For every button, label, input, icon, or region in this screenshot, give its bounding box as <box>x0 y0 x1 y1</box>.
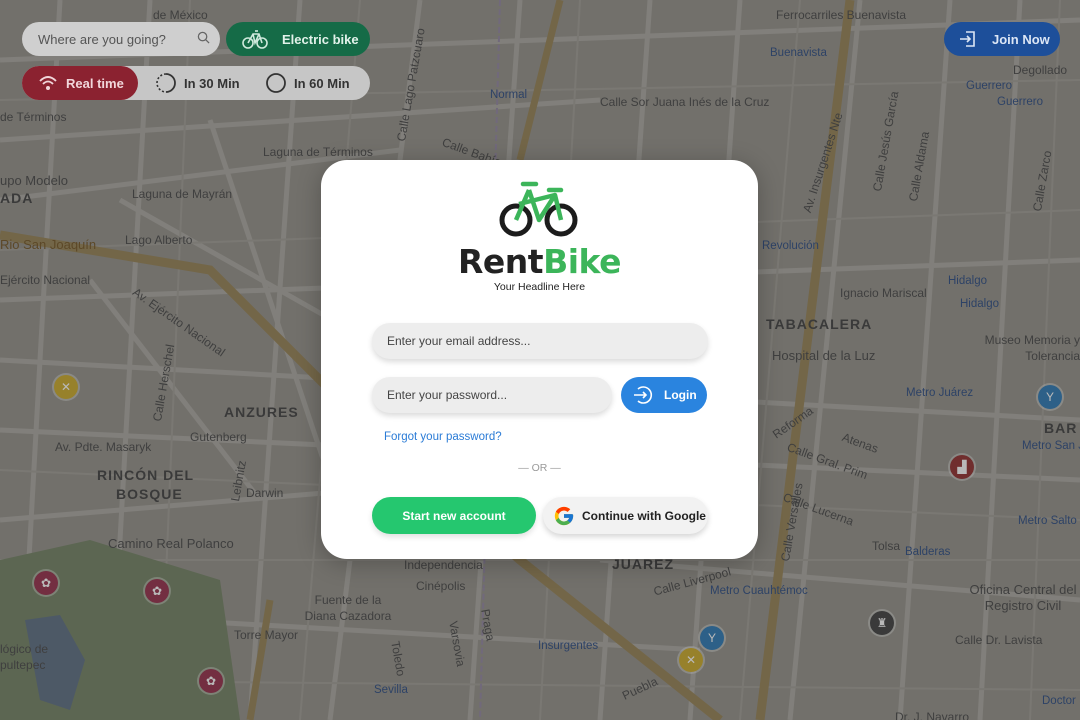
google-label: Continue with Google <box>582 508 706 523</box>
search-input[interactable] <box>36 30 190 48</box>
time-option-label: In 30 Min <box>184 75 240 91</box>
login-card: RentBike Your Headline Here Login Forgot… <box>321 160 758 559</box>
electric-bike-button[interactable]: Electric bike <box>226 22 370 56</box>
login-arrow-icon <box>634 386 653 404</box>
time-filter-bar: Real time In 30 Min In 60 Min <box>22 66 370 100</box>
password-field[interactable] <box>372 377 612 413</box>
full-clock-icon <box>266 73 286 93</box>
password-input[interactable] <box>385 387 599 403</box>
signal-icon <box>39 76 57 90</box>
login-label: Login <box>664 388 697 402</box>
login-arrow-icon <box>960 31 975 47</box>
brand-headline: Your Headline Here <box>493 281 586 293</box>
join-now-label: Join Now <box>992 31 1050 47</box>
time-option-60min[interactable]: In 60 Min <box>266 66 350 100</box>
time-option-label: Real time <box>66 75 124 91</box>
brand-bike: Bike <box>543 242 621 281</box>
search-icon[interactable] <box>197 31 210 44</box>
join-now-button[interactable]: Join Now <box>944 22 1060 56</box>
brand-rent: Rent <box>458 242 544 281</box>
google-signin-button[interactable]: Continue with Google <box>543 497 708 534</box>
email-input[interactable] <box>385 333 695 349</box>
forgot-password-link[interactable]: Forgot your password? <box>384 431 502 443</box>
login-button[interactable]: Login <box>621 377 707 413</box>
brand-logo-text: RentBike <box>321 242 758 281</box>
electric-bike-label: Electric bike <box>282 31 359 47</box>
time-option-label: In 60 Min <box>294 75 350 91</box>
bike-icon <box>242 30 268 49</box>
start-new-account-button[interactable]: Start new account <box>372 497 536 534</box>
google-icon <box>554 506 574 525</box>
time-option-realtime[interactable]: Real time <box>22 66 138 100</box>
or-divider: — OR — <box>518 462 561 474</box>
half-clock-icon <box>156 73 176 93</box>
email-field[interactable] <box>372 323 708 359</box>
search-box[interactable] <box>22 22 220 56</box>
rentbike-logo-icon <box>499 181 578 237</box>
time-option-30min[interactable]: In 30 Min <box>156 66 240 100</box>
